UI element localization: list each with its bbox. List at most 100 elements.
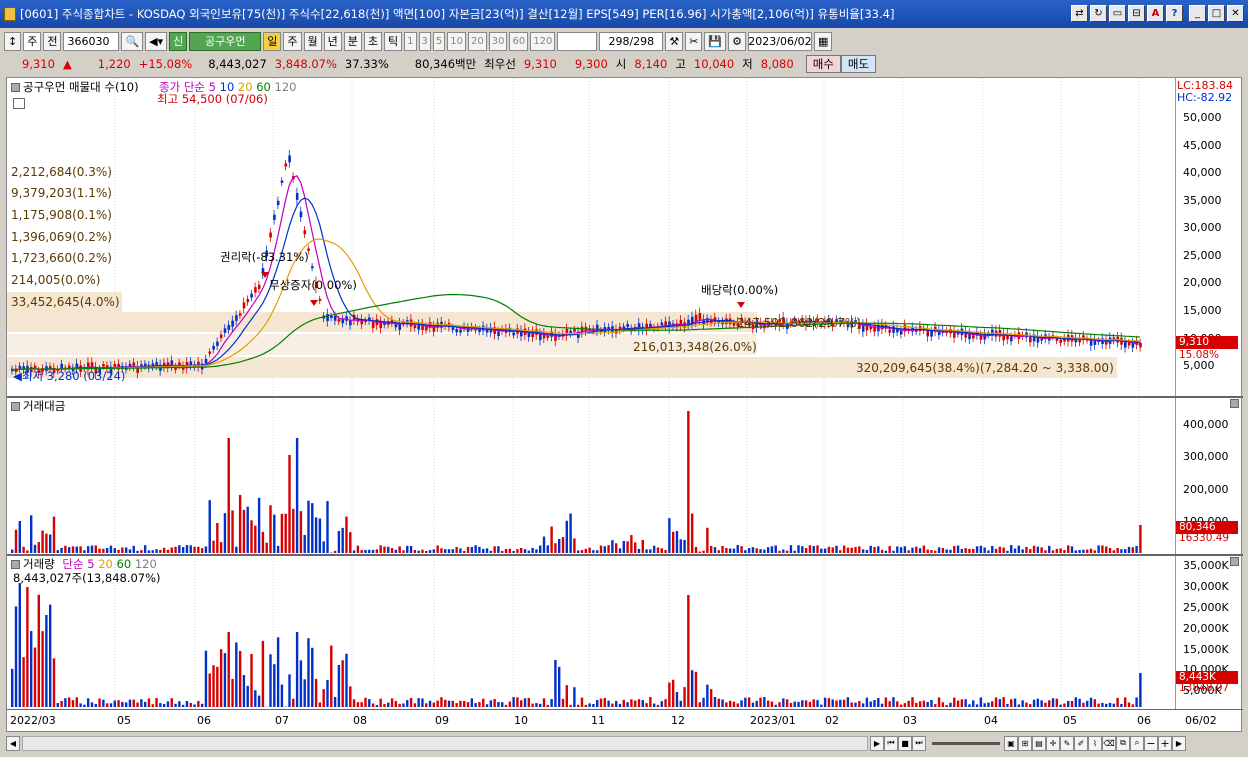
period-second[interactable]: 초 xyxy=(363,31,383,51)
quote-bar: 9,310 ▲ 1,220 +15.08% 8,443,027 3,848.07%… xyxy=(0,54,1248,74)
grid-icon[interactable] xyxy=(13,98,25,109)
volume-bar xyxy=(276,637,280,707)
cross-icon[interactable]: ✛ xyxy=(1046,735,1060,751)
gear-icon[interactable]: ⚙ xyxy=(728,31,746,51)
high-annotation: 최고 54,500 (07/06) xyxy=(157,92,268,106)
amount-bar xyxy=(618,548,622,553)
refresh-icon[interactable]: ↻ xyxy=(1090,5,1107,22)
chart-area[interactable]: 공구우먼 매물대 수(10) 종가 단순 5 10 20 60 120 최고 5… xyxy=(6,77,1243,732)
interval-60[interactable]: 60 xyxy=(509,31,529,51)
volume-bar xyxy=(1120,703,1123,707)
zoom-slider[interactable] xyxy=(932,741,1000,745)
draw-icon[interactable]: ✎ xyxy=(1060,735,1074,751)
step-forward-icon[interactable]: ⏭ xyxy=(912,735,926,751)
period-tick[interactable]: 틱 xyxy=(384,31,403,51)
type-select[interactable]: 주 xyxy=(23,31,42,51)
minimize-button[interactable]: _ xyxy=(1189,5,1206,22)
stop-icon[interactable]: ■ xyxy=(898,735,912,751)
volume-bar xyxy=(930,699,933,707)
volume-bar xyxy=(345,653,348,707)
layout2-icon[interactable]: ⊞ xyxy=(1018,735,1032,751)
volume-bar xyxy=(497,701,500,707)
panel-menu-icon[interactable] xyxy=(11,560,20,569)
period-day[interactable]: 일 xyxy=(263,31,282,51)
interval-20[interactable]: 20 xyxy=(468,31,487,51)
scroll-right-icon[interactable]: ▶ xyxy=(1172,735,1186,751)
period-minute[interactable]: 분 xyxy=(343,31,362,51)
scissors-icon[interactable]: ✂ xyxy=(685,31,703,51)
eraser-icon[interactable]: ⌫ xyxy=(1102,735,1116,751)
bottom-scrollbar[interactable]: ◀ ▶ ⏮ ■ ⏭ ▣ ⊞ ▤ ✛ ✎ ✐ ⌇ ⌫ ⧉ ⌕ − + ▶ xyxy=(0,734,1248,752)
amount-bar xyxy=(29,515,33,553)
volume-bar xyxy=(459,700,462,707)
copy-icon[interactable]: ⧉ xyxy=(1116,735,1130,751)
interval-input[interactable] xyxy=(557,31,598,51)
layout-icon[interactable]: ▣ xyxy=(1004,735,1018,751)
jeon-button[interactable]: 전 xyxy=(43,31,62,51)
stock-name[interactable]: 공구우먼 xyxy=(189,31,262,51)
zoom-in-icon[interactable]: + xyxy=(1158,735,1172,751)
panel-separator[interactable] xyxy=(7,396,1243,398)
maximize-button[interactable]: □ xyxy=(1208,5,1225,22)
period-month[interactable]: 월 xyxy=(303,31,322,51)
interval-1[interactable]: 1 xyxy=(404,31,417,51)
date-input[interactable]: 2023/06/02 xyxy=(747,31,812,51)
scroll-track[interactable] xyxy=(22,735,868,751)
tool-icon[interactable]: ⚒ xyxy=(665,31,684,51)
volume-bar xyxy=(474,703,477,707)
amount-bar xyxy=(482,548,485,553)
window-icon[interactable]: ▭ xyxy=(1109,5,1126,22)
buy-button[interactable]: 매수 xyxy=(805,55,841,73)
count-input[interactable]: 298/298 xyxy=(599,31,664,51)
panel-menu-icon[interactable] xyxy=(11,402,20,411)
speaker-icon[interactable]: ◀▾ xyxy=(145,31,168,51)
arrow-icon[interactable]: ↕ xyxy=(4,31,22,51)
amount-bar xyxy=(1055,548,1059,553)
period-week[interactable]: 주 xyxy=(283,31,302,51)
scroll-left-icon[interactable]: ◀ xyxy=(6,735,20,751)
interval-5[interactable]: 5 xyxy=(432,31,446,51)
panel-separator[interactable] xyxy=(7,554,1243,556)
pen-icon[interactable]: ✐ xyxy=(1074,735,1088,751)
save-icon[interactable]: 💾 xyxy=(704,31,727,51)
amount-bar xyxy=(52,516,56,553)
close-button[interactable]: ✕ xyxy=(1227,5,1244,22)
panel-menu-icon[interactable] xyxy=(11,83,20,92)
calendar-icon[interactable]: ▦ xyxy=(813,31,833,51)
interval-30[interactable]: 30 xyxy=(488,31,508,51)
amount-bar xyxy=(276,545,280,553)
panel-close-icon[interactable] xyxy=(1230,557,1239,566)
volume-bar xyxy=(1013,698,1017,707)
high-label: 고 xyxy=(675,57,686,71)
layout3-icon[interactable]: ▤ xyxy=(1032,735,1046,751)
candle-body xyxy=(273,214,276,220)
volume-bar xyxy=(1089,697,1093,707)
amount-bar xyxy=(204,546,208,553)
interval-10[interactable]: 10 xyxy=(447,31,467,51)
play-icon[interactable]: ▶ xyxy=(870,735,884,751)
amount-bar xyxy=(64,545,67,553)
panel-close-icon[interactable] xyxy=(1230,399,1239,408)
window-titlebar: [0601] 주식종합차트 - KOSDAQ 외국인보유[75(천)] 주식수[… xyxy=(0,0,1248,28)
amount-bar xyxy=(550,526,553,553)
period-year[interactable]: 년 xyxy=(323,31,342,51)
brush-icon[interactable]: ⌇ xyxy=(1088,735,1102,751)
interval-120[interactable]: 120 xyxy=(530,31,556,51)
candle-body xyxy=(303,230,307,235)
sell-button[interactable]: 매도 xyxy=(840,55,877,73)
step-back-icon[interactable]: ⏮ xyxy=(884,735,898,751)
interval-3[interactable]: 3 xyxy=(418,31,431,51)
price-pct-tag: 15.08% xyxy=(1179,349,1220,361)
profile-label-2: 9,379,203(1.1%) xyxy=(11,186,112,200)
search-icon[interactable]: 🔍 xyxy=(121,31,144,51)
split-icon[interactable]: ⊟ xyxy=(1128,5,1145,22)
font-icon[interactable]: A xyxy=(1147,5,1164,22)
code-input[interactable]: 366030 xyxy=(63,31,120,51)
amount-bar xyxy=(660,548,663,553)
help-icon[interactable]: ? xyxy=(1166,5,1183,22)
link-icon[interactable]: ⇄ xyxy=(1071,5,1088,22)
volume-bar xyxy=(979,697,983,707)
zoom-icon[interactable]: ⌕ xyxy=(1130,735,1144,751)
volume-bar xyxy=(546,704,550,707)
zoom-out-icon[interactable]: − xyxy=(1144,735,1158,751)
